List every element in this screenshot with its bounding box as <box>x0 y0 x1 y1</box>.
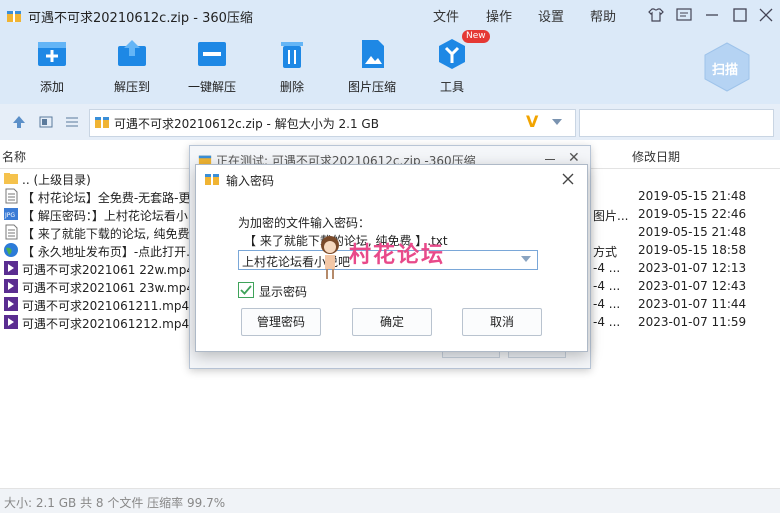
file-name: 【 来了就能下载的论坛, 纯免费 <box>22 227 190 241</box>
file-name: 【 永久地址发布页】-点此打开. <box>22 245 190 259</box>
address-bar[interactable]: 可遇不可求20210612c.zip - 解包大小为 2.1 GB V <box>89 109 576 137</box>
tools-button[interactable]: New 工具 <box>412 30 492 95</box>
password-history-dropdown-icon[interactable] <box>521 256 531 262</box>
up-arrow-icon[interactable] <box>11 114 27 130</box>
show-password-checkbox[interactable] <box>238 282 254 298</box>
file-date: 2019-05-15 21:48 <box>638 189 747 203</box>
password-dialog-title: 输入密码 <box>226 174 275 188</box>
close-window-icon[interactable] <box>756 5 776 25</box>
address-band: 可遇不可求20210612c.zip - 解包大小为 2.1 GB V <box>0 104 780 140</box>
file-date: 2023-01-07 12:13 <box>638 261 747 275</box>
zip-archive-icon <box>95 117 109 128</box>
file-date: 2023-01-07 12:43 <box>638 279 747 293</box>
svg-text:JPG: JPG <box>4 212 15 219</box>
file-name: 【 村花论坛】全免费-无套路-更 <box>22 191 191 205</box>
menu-file[interactable]: 文件 <box>433 6 459 25</box>
window-title: 可遇不可求20210612c.zip - 360压缩 <box>28 11 253 26</box>
mp4-file-icon <box>4 315 18 329</box>
file-date: 2023-01-07 11:44 <box>638 297 747 311</box>
v-logo-icon[interactable]: V <box>526 112 538 131</box>
file-date: 2023-01-07 11:59 <box>638 315 747 329</box>
trash-icon <box>281 42 303 68</box>
view-thumbnail-icon[interactable] <box>38 114 54 130</box>
title-toolbar-band: 可遇不可求20210612c.zip - 360压缩 文件 操作 设置 帮助 添… <box>0 0 780 104</box>
watermark-text: 村花论坛 <box>349 243 446 268</box>
password-prompt: 为加密的文件输入密码： <box>238 216 371 230</box>
app-logo-icon <box>7 11 21 22</box>
delete-label: 删除 <box>279 80 304 94</box>
one-click-extract-button[interactable]: 一键解压 <box>172 36 252 95</box>
add-button[interactable]: 添加 <box>12 36 92 95</box>
file-name: 【 解压密码：】上村花论坛看小 <box>22 209 188 223</box>
one-click-extract-icon <box>198 42 226 66</box>
menu-operation[interactable]: 操作 <box>486 6 512 25</box>
skin-shirt-icon[interactable] <box>646 5 666 25</box>
feedback-icon[interactable] <box>674 5 694 25</box>
manage-password-button[interactable]: 管理密码 <box>241 308 321 336</box>
cancel-button[interactable]: 取消 <box>462 308 542 336</box>
file-date: 2019-05-15 18:58 <box>638 243 747 257</box>
file-extra: -4 ... <box>593 297 621 311</box>
file-extra: -4 ... <box>593 315 621 329</box>
password-dialog-caption: 输入密码 <box>196 165 587 193</box>
extract-to-label: 解压到 <box>113 80 150 94</box>
add-label: 添加 <box>39 80 64 94</box>
watermark-doll-icon <box>321 236 339 279</box>
file-name: 可遇不可求2021061211.mp4 * <box>22 299 199 313</box>
scan-button[interactable]: 扫描 <box>700 40 754 94</box>
ok-button[interactable]: 确定 <box>352 308 432 336</box>
jpg-file-icon: JPG <box>4 208 18 220</box>
file-name: 可遇不可求2021061 22w.mp4 * <box>22 263 204 277</box>
file-name: .. (上级目录) <box>22 173 91 187</box>
file-extra: 方式 <box>593 245 618 259</box>
image-compress-button[interactable]: 图片压缩 <box>332 36 412 95</box>
text-file-icon <box>5 224 18 240</box>
menu-settings[interactable]: 设置 <box>538 6 564 25</box>
minimize-icon[interactable] <box>702 5 722 25</box>
mp4-file-icon <box>4 261 18 275</box>
status-text: 大小: 2.1 GB 共 8 个文件 压缩率 99.7% <box>4 496 226 510</box>
text-file-icon <box>5 188 18 204</box>
show-password-label: 显示密码 <box>259 285 308 299</box>
view-list-icon[interactable] <box>64 114 80 130</box>
checkmark-icon <box>240 285 252 295</box>
add-archive-icon <box>38 42 66 66</box>
close-icon[interactable] <box>560 171 576 187</box>
folder-up-icon <box>4 173 18 184</box>
scan-label: 扫描 <box>712 63 739 78</box>
image-compress-label: 图片压缩 <box>347 80 396 94</box>
one-click-extract-label: 一键解压 <box>187 80 236 94</box>
search-input[interactable] <box>579 109 774 137</box>
address-path: 可遇不可求20210612c.zip - 解包大小为 2.1 GB <box>114 117 379 131</box>
file-name: 可遇不可求2021061212.mp4 * <box>22 317 199 331</box>
image-compress-icon <box>362 40 384 68</box>
tools-label: 工具 <box>439 80 464 94</box>
address-dropdown-icon[interactable] <box>552 119 562 125</box>
delete-button[interactable]: 删除 <box>252 36 332 95</box>
password-zip-icon <box>205 174 219 185</box>
status-bar: 大小: 2.1 GB 共 8 个文件 压缩率 99.7% <box>0 488 780 513</box>
mp4-file-icon <box>4 297 18 311</box>
extract-to-icon <box>118 40 146 66</box>
mp4-file-icon <box>4 279 18 293</box>
column-modified[interactable]: 修改日期 <box>632 148 680 165</box>
testing-minimize-icon[interactable] <box>545 159 555 160</box>
file-extra: 图片... <box>593 209 629 223</box>
file-date: 2019-05-15 22:46 <box>638 207 747 221</box>
new-badge: New <box>462 30 490 43</box>
file-extra: -4 ... <box>593 261 621 275</box>
extract-to-button[interactable]: 解压到 <box>92 36 172 95</box>
file-date: 2019-05-15 21:48 <box>638 225 747 239</box>
column-name[interactable]: 名称 <box>2 148 26 165</box>
file-name: 可遇不可求2021061 23w.mp4 * <box>22 281 204 295</box>
maximize-icon[interactable] <box>730 5 750 25</box>
menu-help[interactable]: 帮助 <box>590 6 616 25</box>
web-link-icon <box>4 243 18 257</box>
file-extra: -4 ... <box>593 279 621 293</box>
